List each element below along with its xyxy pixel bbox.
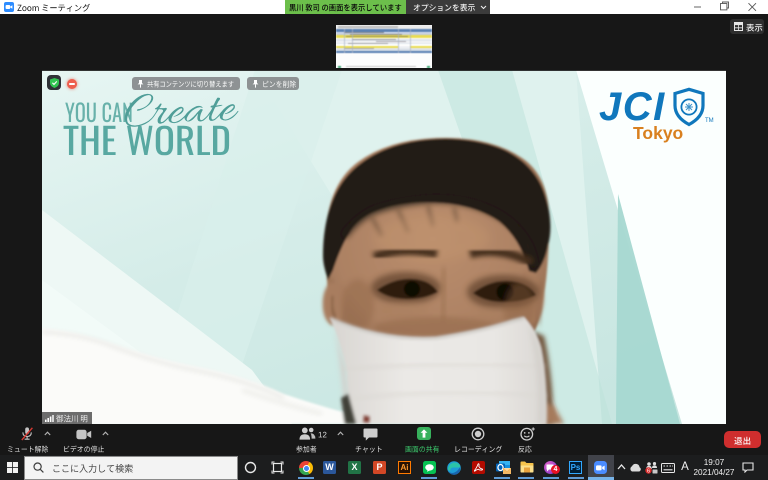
svg-text:6: 6 (647, 469, 650, 474)
svg-text:Tokyo: Tokyo (633, 123, 683, 143)
svg-text:TM: TM (705, 118, 714, 124)
